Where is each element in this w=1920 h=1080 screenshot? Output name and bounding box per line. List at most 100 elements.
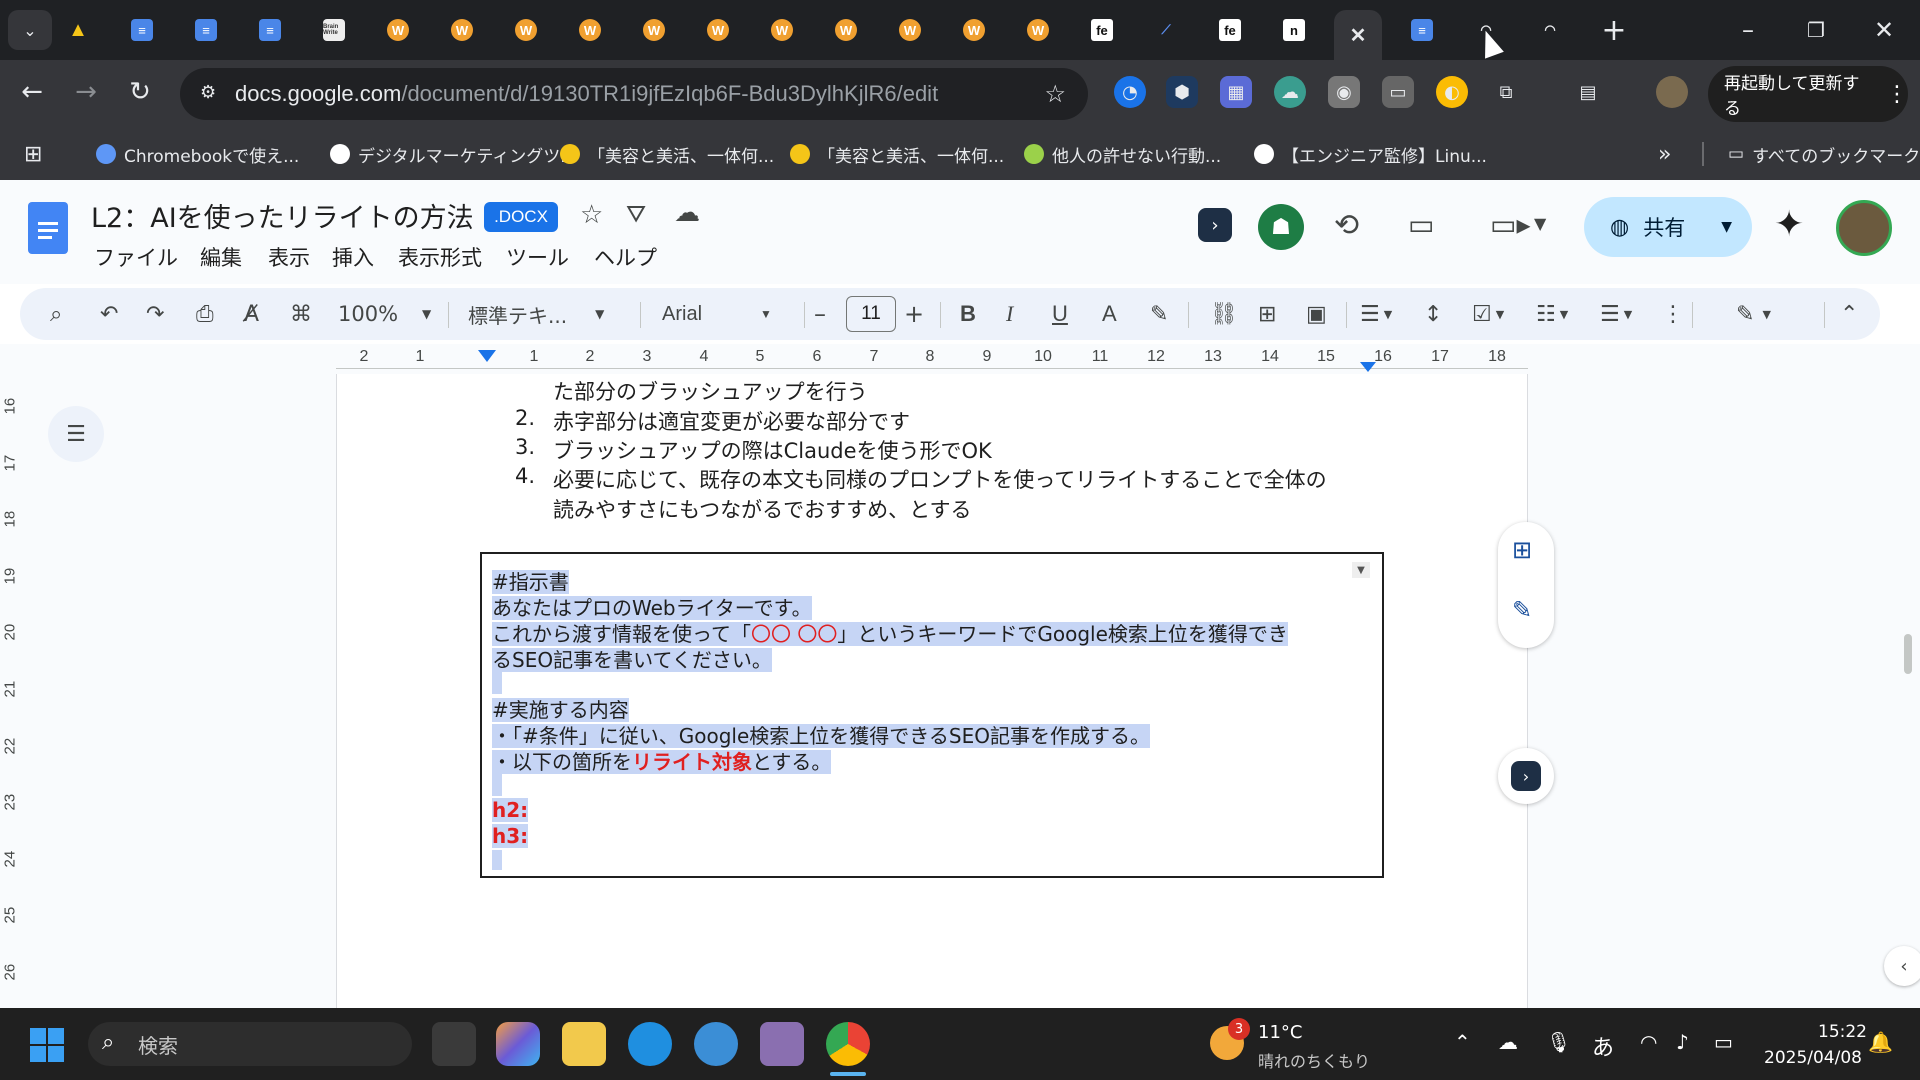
tab-search-button[interactable]: ⌄ — [8, 10, 52, 50]
onedrive-icon[interactable]: ☁ — [1498, 1030, 1518, 1054]
browser-tab[interactable]: W — [694, 10, 742, 50]
browser-tab[interactable]: ▲ — [54, 10, 102, 50]
start-windows-icon[interactable] — [30, 1028, 64, 1062]
app-icon[interactable] — [694, 1022, 738, 1066]
browser-tab[interactable]: fe — [1206, 10, 1254, 50]
extension-icon[interactable]: ◔ — [1114, 76, 1146, 108]
paragraph-style-select[interactable]: 標準テキ... ▼ — [468, 298, 604, 330]
right-indent-marker[interactable] — [1360, 362, 1376, 372]
more-options-icon[interactable]: ⋮ — [1662, 298, 1684, 330]
bookmark-item[interactable]: Chromebookで使え... — [96, 138, 299, 170]
bookmark-item[interactable]: 「美容と美活、一体何... — [790, 138, 1004, 170]
browser-tab[interactable]: ≡ — [118, 10, 166, 50]
ime-indicator[interactable]: あ — [1592, 1030, 1614, 1062]
account-avatar[interactable] — [1836, 200, 1892, 256]
menu-item[interactable]: ツール — [506, 242, 569, 272]
all-bookmarks-folder[interactable]: ▭ すべてのブックマーク — [1728, 138, 1920, 170]
font-size-input[interactable]: 11 — [846, 296, 896, 332]
profile-avatar[interactable] — [1656, 76, 1688, 108]
document-page[interactable]: た部分のブラッシュアップを行う 2. 赤字部分は適宜変更が必要な部分です 3. ブラッシ… — [336, 374, 1528, 1008]
volume-icon[interactable]: ♪ — [1676, 1030, 1689, 1054]
insert-image-icon[interactable]: ▣ — [1306, 298, 1327, 330]
browser-tab[interactable]: W — [438, 10, 486, 50]
battery-icon[interactable]: ▭ — [1714, 1030, 1733, 1054]
microphone-icon[interactable]: 🎙 — [1546, 1030, 1571, 1054]
bold-button[interactable]: B — [960, 298, 976, 330]
bookmarks-overflow-button[interactable]: » — [1658, 138, 1671, 170]
editing-mode-icon[interactable]: ✎ ▼ — [1736, 298, 1771, 330]
document-title[interactable]: L2：AIを使ったリライトの方法 — [91, 196, 474, 235]
relaunch-update-button[interactable]: 再起動して更新する ⋮ — [1708, 66, 1908, 122]
browser-tab[interactable]: ≡ — [1398, 10, 1446, 50]
bookmark-item[interactable]: 【エンジニア監修】Linu... — [1254, 138, 1487, 170]
extension-icon[interactable]: ▭ — [1382, 76, 1414, 108]
snipping-tool-icon[interactable] — [760, 1022, 804, 1066]
copilot-icon[interactable] — [496, 1022, 540, 1066]
browser-tab[interactable]: ⟋ — [1142, 10, 1190, 50]
clock-date[interactable]: 2025/04/08 — [1764, 1048, 1862, 1068]
clock-time[interactable]: 15:22 — [1818, 1022, 1867, 1042]
undo-icon[interactable]: ↶ — [100, 298, 118, 330]
addon-icon[interactable]: ☗ — [1258, 204, 1304, 250]
checklist-icon[interactable]: ☑ ▼ — [1472, 298, 1504, 330]
extension-icon[interactable]: ☁ — [1274, 76, 1306, 108]
vertical-scrollbar[interactable] — [1904, 634, 1912, 674]
browser-tab[interactable]: W — [374, 10, 422, 50]
align-left-icon[interactable]: ☰ ▼ — [1360, 298, 1392, 330]
browser-tab[interactable]: W — [566, 10, 614, 50]
suggest-edit-icon[interactable]: ✎ — [1512, 596, 1532, 624]
spellcheck-icon[interactable]: A̸ — [244, 298, 259, 330]
browser-tab[interactable]: W — [1014, 10, 1062, 50]
browser-tab[interactable]: ✕ — [1334, 10, 1382, 60]
kebab-menu-icon[interactable]: ⋮ — [1886, 82, 1908, 107]
side-panel-toggle[interactable]: ‹ — [1884, 946, 1920, 986]
forward-button[interactable]: → — [66, 72, 106, 112]
search-menus-icon[interactable]: ⌕ — [50, 298, 62, 330]
back-button[interactable]: ← — [12, 72, 52, 112]
chevron-down-icon[interactable]: ▼ — [1721, 219, 1732, 235]
comments-icon[interactable]: ▭ — [1408, 208, 1434, 241]
line-spacing-icon[interactable]: ↕ — [1424, 298, 1442, 330]
file-explorer-icon[interactable] — [562, 1022, 606, 1066]
taskbar-search[interactable]: ⌕ 検索 — [88, 1022, 412, 1066]
close-tab-icon[interactable]: ✕ — [1347, 24, 1369, 47]
gemini-sparkle-icon[interactable]: ✦ — [1774, 204, 1804, 245]
chevron-up-icon[interactable]: ⌃ — [1454, 1030, 1471, 1054]
decrease-font-size-button[interactable]: – — [814, 298, 826, 330]
text-color-icon[interactable]: A — [1102, 298, 1117, 330]
numbered-list-icon[interactable]: ☰ ▼ — [1600, 298, 1632, 330]
browser-tab[interactable]: n — [1270, 10, 1318, 50]
history-icon[interactable]: ⟲ — [1334, 208, 1359, 243]
hide-menus-icon[interactable]: ⌃ — [1840, 298, 1858, 330]
meet-icon[interactable]: ▭▸ — [1490, 208, 1531, 241]
italic-button[interactable]: I — [1006, 298, 1013, 330]
left-indent-marker[interactable] — [478, 350, 496, 362]
underline-button[interactable]: U — [1052, 298, 1068, 330]
extension-icon[interactable]: › — [1198, 208, 1232, 242]
browser-tab[interactable]: W — [950, 10, 998, 50]
browser-tab[interactable]: W — [630, 10, 678, 50]
menu-item[interactable]: 表示 — [268, 242, 310, 272]
menu-item[interactable]: 挿入 — [332, 242, 374, 272]
edge-icon[interactable] — [628, 1022, 672, 1066]
redo-icon[interactable]: ↷ — [146, 298, 164, 330]
paint-format-icon[interactable]: ⌘ — [290, 298, 312, 330]
reload-button[interactable]: ↻ — [120, 72, 160, 112]
cell-menu-icon[interactable]: ▼ — [1352, 562, 1370, 578]
extension-icon[interactable]: ▦ — [1220, 76, 1252, 108]
bookmark-star-icon[interactable]: ☆ — [1044, 80, 1066, 109]
notification-bell-icon[interactable]: 🔔 — [1868, 1030, 1893, 1054]
menu-item[interactable]: ファイル — [94, 242, 178, 272]
move-to-drive-icon[interactable]: ⛛ — [626, 200, 646, 228]
side-panel-icon[interactable]: ▤ — [1572, 76, 1604, 108]
chevron-down-icon[interactable]: ▼ — [1534, 214, 1546, 233]
bulleted-list-icon[interactable]: ☷ ▼ — [1536, 298, 1568, 330]
puzzle-extensions-icon[interactable]: ⧉ — [1490, 76, 1522, 108]
zoom-select[interactable]: 100% ▼ — [338, 298, 431, 330]
task-view-icon[interactable] — [432, 1022, 476, 1066]
browser-tab[interactable]: W — [886, 10, 934, 50]
browser-tab[interactable]: ◠ — [1526, 10, 1574, 50]
bookmark-item[interactable]: デジタルマーケティングツ... — [330, 138, 577, 170]
browser-tab[interactable]: W — [758, 10, 806, 50]
new-tab-button[interactable]: + — [1584, 10, 1644, 50]
